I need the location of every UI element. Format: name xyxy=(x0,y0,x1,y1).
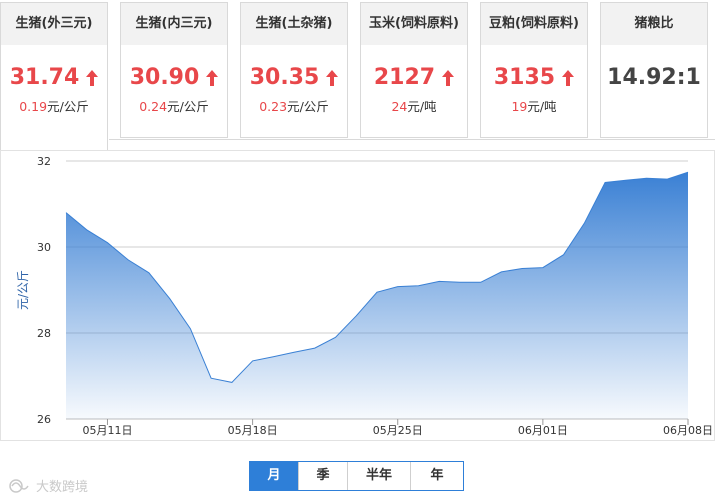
watermark: 大数跨境 xyxy=(8,476,88,495)
area-fill xyxy=(66,172,688,419)
tab-period-1[interactable]: 季 xyxy=(298,462,347,490)
y-tick-label: 30 xyxy=(37,241,51,254)
x-tick-label: 06月01日 xyxy=(518,424,568,437)
x-tick-label: 05月18日 xyxy=(228,424,278,437)
x-tick-label: 06月08日 xyxy=(663,424,713,437)
y-axis-label: 元/公斤 xyxy=(16,270,30,310)
y-tick-label: 26 xyxy=(37,413,51,426)
y-tick-label: 32 xyxy=(37,155,51,168)
price-chart: 26283032 05月11日 05月18日 05月25日 06月01日 06月08日 … xyxy=(0,150,715,441)
watermark-logo-icon xyxy=(9,478,29,493)
x-tick-label: 05月11日 xyxy=(82,424,132,437)
tab-period-2[interactable]: 半年 xyxy=(347,462,410,490)
period-tabs: 月季半年年 xyxy=(249,461,464,491)
watermark-text: 大数跨境 xyxy=(36,480,89,495)
tab-period-0[interactable]: 月 xyxy=(250,462,298,490)
y-tick-label: 28 xyxy=(37,327,51,340)
x-tick-label: 05月25日 xyxy=(373,424,423,437)
tab-period-3[interactable]: 年 xyxy=(410,462,463,490)
